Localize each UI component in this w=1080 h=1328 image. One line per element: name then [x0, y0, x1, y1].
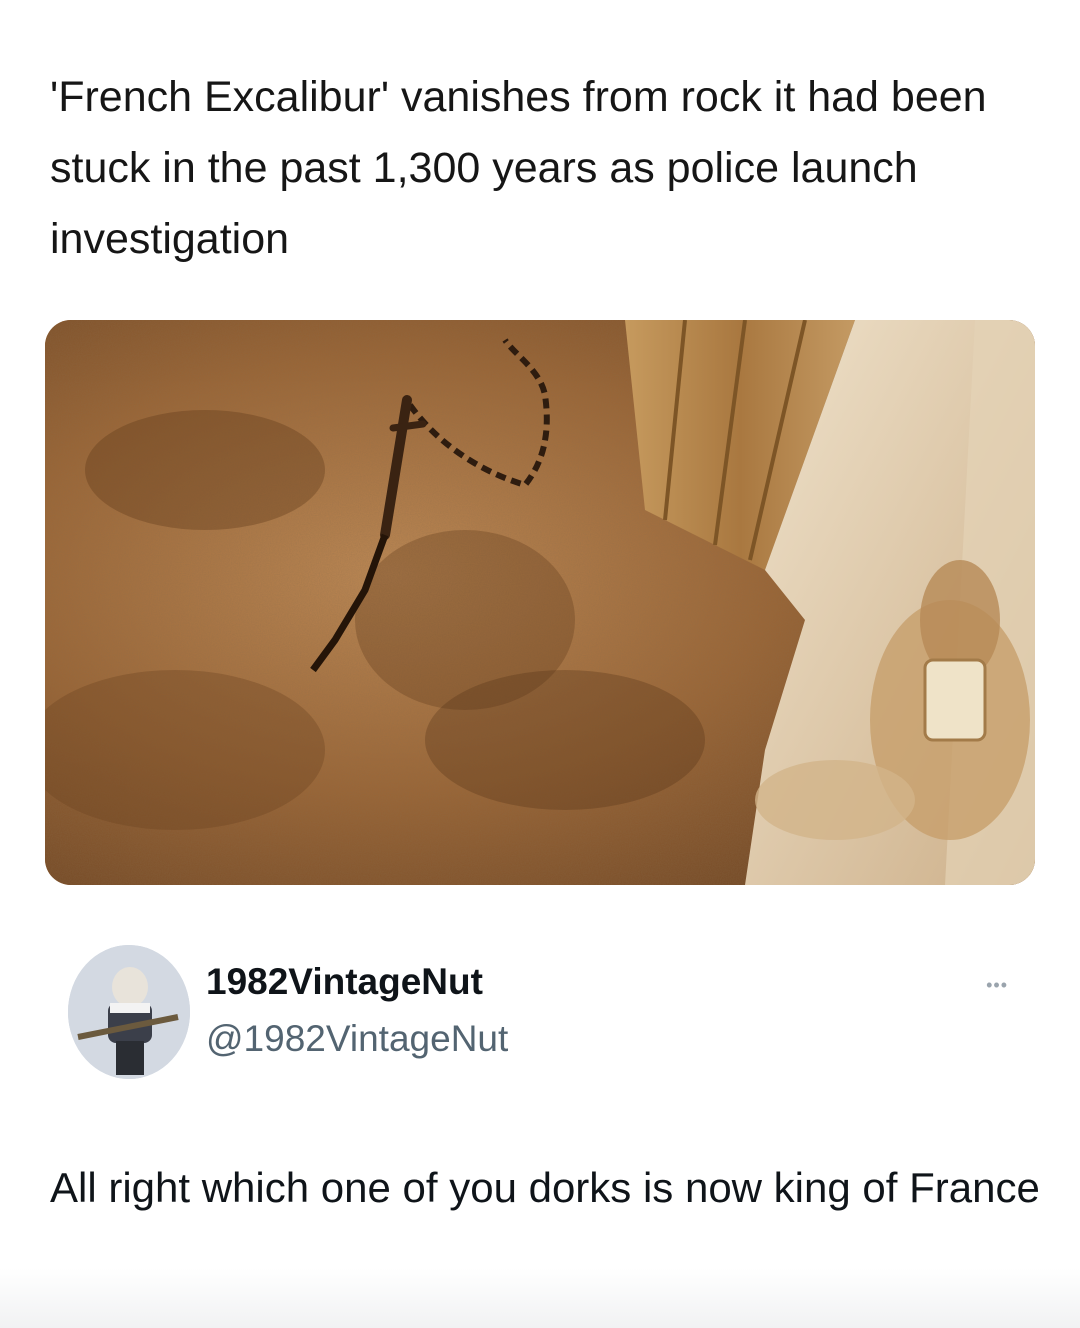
tweet-header: 1982VintageNut @1982VintageNut •••: [68, 945, 1048, 1085]
avatar[interactable]: [68, 945, 190, 1079]
more-options-icon[interactable]: •••: [986, 975, 1008, 996]
article-headline: 'French Excalibur' vanishes from rock it…: [50, 73, 987, 263]
tweet-text: All right which one of you dorks is now …: [50, 1164, 1040, 1211]
display-name[interactable]: 1982VintageNut: [206, 961, 483, 1003]
bottom-edge: [0, 1268, 1080, 1328]
article-photo: [45, 320, 1035, 885]
user-handle[interactable]: @1982VintageNut: [206, 1018, 508, 1060]
post-screenshot: 'French Excalibur' vanishes from rock it…: [0, 0, 1080, 1328]
